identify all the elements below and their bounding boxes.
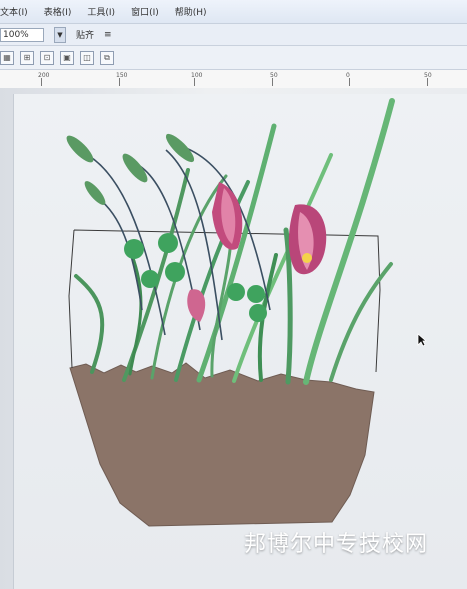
flowerpot-illustration[interactable]: [0, 0, 467, 589]
pot-soil: [69, 362, 375, 527]
site-watermark: 邦博尔中专技校网: [244, 532, 429, 557]
cattail-heads: [66, 133, 195, 205]
arrow-pointer-icon: [417, 333, 427, 347]
